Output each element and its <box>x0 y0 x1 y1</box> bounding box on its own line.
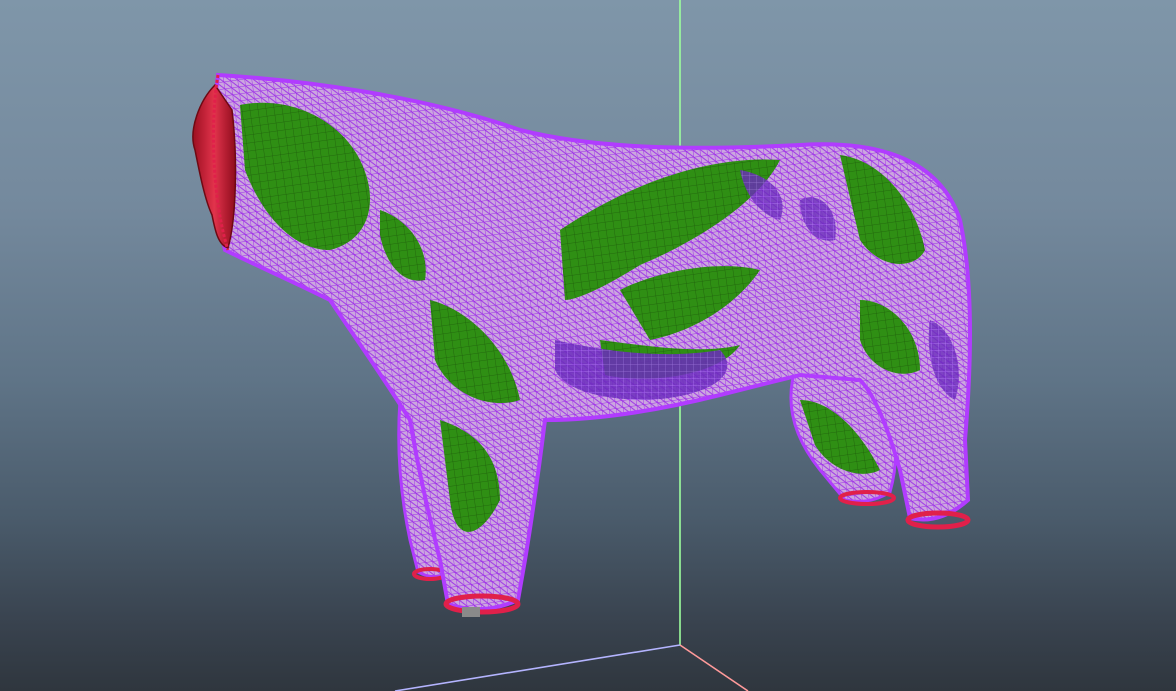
scene-canvas <box>192 0 972 691</box>
quadruped-mesh <box>192 72 972 617</box>
3d-viewport[interactable] <box>0 0 1176 691</box>
x-axis <box>679 644 749 691</box>
hoof-gray-face <box>462 607 480 617</box>
z-axis <box>394 644 681 691</box>
